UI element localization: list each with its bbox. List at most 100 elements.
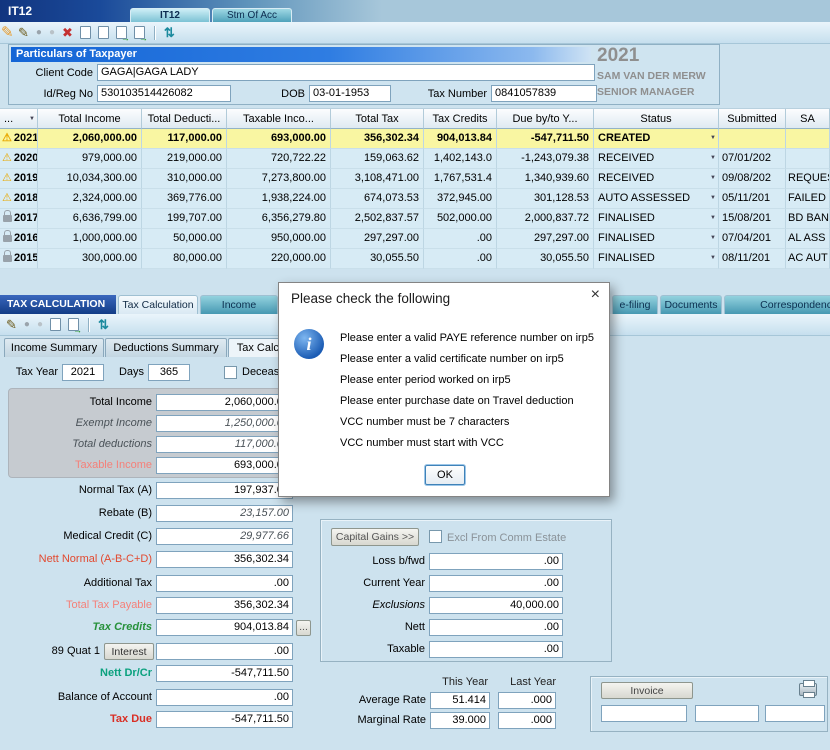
copy-icon[interactable] [80, 26, 91, 39]
exempt-income-field[interactable]: 1,250,000.00 [156, 415, 293, 432]
col-total-tax[interactable]: Total Tax [331, 109, 424, 129]
tab-e-filing[interactable]: e-filing [612, 295, 658, 314]
cell-due: -1,243,079.38 [497, 149, 594, 169]
col-total-deductions[interactable]: Total Deducti... [142, 109, 227, 129]
days-field[interactable]: 365 [148, 364, 190, 381]
tax-credits-label: Tax Credits [8, 619, 152, 636]
nett-label: Nett [325, 619, 425, 636]
refresh-icon[interactable]: ⇅ [164, 23, 175, 43]
tax-year-label: Tax Year [8, 364, 58, 381]
table-row[interactable]: ⚠2021 2,060,000.00 117,000.00 693,000.00… [0, 129, 830, 149]
stop-icon[interactable]: ● [24, 315, 30, 335]
table-row[interactable]: ⚠2019 10,034,300.00 310,000.00 7,273,800… [0, 169, 830, 189]
printer-icon[interactable] [799, 683, 817, 696]
client-code-field[interactable]: GAGA|GAGA LADY [97, 64, 595, 81]
edit-icon[interactable]: ✎ [18, 23, 29, 43]
status-dropdown[interactable]: AUTO ASSESSED▼ [594, 189, 719, 209]
filter-header[interactable]: ...▼ [0, 109, 38, 129]
additional-tax-field[interactable]: .00 [156, 575, 293, 592]
exclusions-field[interactable]: 40,000.00 [429, 597, 563, 614]
average-rate-this-year-field[interactable]: 51.414 [430, 692, 490, 709]
loss-bfwd-field[interactable]: .00 [429, 553, 563, 570]
record-icon[interactable]: ● [37, 315, 43, 335]
edit-icon[interactable]: ✎ [6, 315, 17, 335]
average-rate-last-year-field[interactable]: .000 [498, 692, 556, 709]
tab-documents[interactable]: Documents [660, 295, 722, 314]
status-dropdown[interactable]: RECEIVED▼ [594, 169, 719, 189]
close-icon[interactable]: × [591, 286, 600, 304]
tax-due-label: Tax Due [8, 711, 152, 728]
col-tax-credits[interactable]: Tax Credits [424, 109, 497, 129]
taxable-field[interactable]: .00 [429, 641, 563, 658]
copy-icon[interactable] [50, 318, 61, 331]
tab-tax-calculation[interactable]: Tax Calculation [118, 295, 198, 314]
tax-year-field[interactable]: 2021 [62, 364, 104, 381]
col-total-income[interactable]: Total Income [38, 109, 142, 129]
invoice-field-1[interactable] [601, 705, 687, 722]
deceased-checkbox[interactable] [224, 366, 237, 379]
marginal-rate-last-year-field[interactable]: .000 [498, 712, 556, 729]
current-year-field[interactable]: .00 [429, 575, 563, 592]
taxable-income-field[interactable]: 693,000.00 [156, 457, 293, 474]
ok-button[interactable]: OK [425, 465, 465, 485]
total-income-field[interactable]: 2,060,000.00 [156, 394, 293, 411]
invoice-button[interactable]: Invoice [601, 682, 693, 699]
table-row[interactable]: 2015 300,000.00 80,000.00 220,000.00 30,… [0, 249, 830, 269]
balance-of-account-field[interactable]: .00 [156, 689, 293, 706]
table-row[interactable]: 2017 6,636,799.00 199,707.00 6,356,279.8… [0, 209, 830, 229]
id-reg-field[interactable]: 530103514426082 [97, 85, 231, 102]
dob-field[interactable]: 03-01-1953 [309, 85, 391, 102]
cell-total-tax: 674,073.53 [331, 189, 424, 209]
cell-total-tax: 2,502,837.57 [331, 209, 424, 229]
total-tax-payable-field[interactable]: 356,302.34 [156, 597, 293, 614]
export-icon[interactable] [116, 26, 127, 39]
subtab-deductions-summary[interactable]: Deductions Summary [105, 338, 227, 357]
table-row[interactable]: ⚠2018 2,324,000.00 369,776.00 1,938,224.… [0, 189, 830, 209]
status-dropdown[interactable]: FINALISED▼ [594, 229, 719, 249]
tax-credits-ellipsis-button[interactable]: ... [296, 620, 311, 636]
col-status[interactable]: Status [594, 109, 719, 129]
col-submitted[interactable]: Submitted [719, 109, 786, 129]
tax-due-field[interactable]: -547,711.50 [156, 711, 293, 728]
status-dropdown[interactable]: FINALISED▼ [594, 249, 719, 269]
nett-dr-cr-field[interactable]: -547,711.50 [156, 665, 293, 682]
status-dropdown[interactable]: RECEIVED▼ [594, 149, 719, 169]
tab-correspondence[interactable]: Correspondence [724, 295, 830, 314]
tab-it12[interactable]: IT12 [130, 8, 210, 22]
table-row[interactable]: 2016 1,000,000.00 50,000.00 950,000.00 2… [0, 229, 830, 249]
status-dropdown[interactable]: CREATED▼ [594, 129, 719, 149]
status-dropdown[interactable]: FINALISED▼ [594, 209, 719, 229]
rebate-field[interactable]: 23,157.00 [156, 505, 293, 522]
titlebar: IT12 IT12 Stm Of Acc [0, 0, 830, 22]
tax-credits-field[interactable]: 904,013.84 [156, 619, 293, 636]
invoice-field-2[interactable] [695, 705, 759, 722]
interest-button[interactable]: Interest [104, 643, 154, 660]
quat-field[interactable]: .00 [156, 643, 293, 660]
tax-number-field[interactable]: 0841057839 [491, 85, 597, 102]
dialog-title: Please check the following [291, 291, 450, 306]
cell-sa: AL ASS [786, 229, 830, 249]
nett-normal-field[interactable]: 356,302.34 [156, 551, 293, 568]
marginal-rate-this-year-field[interactable]: 39.000 [430, 712, 490, 729]
total-deductions-field[interactable]: 117,000.00 [156, 436, 293, 453]
col-taxable-income[interactable]: Taxable Inco... [227, 109, 331, 129]
table-row[interactable]: ⚠2020 979,000.00 219,000.00 720,722.22 1… [0, 149, 830, 169]
import-icon[interactable] [134, 26, 145, 39]
tab-income[interactable]: Income [200, 295, 278, 314]
record-icon[interactable]: ● [49, 23, 55, 43]
capital-gains-button[interactable]: Capital Gains >> [331, 528, 419, 546]
paste-icon[interactable] [98, 26, 109, 39]
subtab-income-summary[interactable]: Income Summary [4, 338, 104, 357]
normal-tax-field[interactable]: 197,937.00 [156, 482, 293, 499]
medical-credit-field[interactable]: 29,977.66 [156, 528, 293, 545]
excl-comm-estate-checkbox[interactable] [429, 530, 442, 543]
export-icon[interactable] [68, 318, 79, 331]
tab-stm-of-acc[interactable]: Stm Of Acc [212, 8, 292, 22]
col-due[interactable]: Due by/to Y... [497, 109, 594, 129]
invoice-field-3[interactable] [765, 705, 825, 722]
col-sa[interactable]: SA [786, 109, 830, 129]
refresh-icon[interactable]: ⇅ [98, 315, 109, 335]
nett-field[interactable]: .00 [429, 619, 563, 636]
delete-icon[interactable]: ✖ [62, 23, 73, 43]
stop-icon[interactable]: ● [36, 23, 42, 43]
